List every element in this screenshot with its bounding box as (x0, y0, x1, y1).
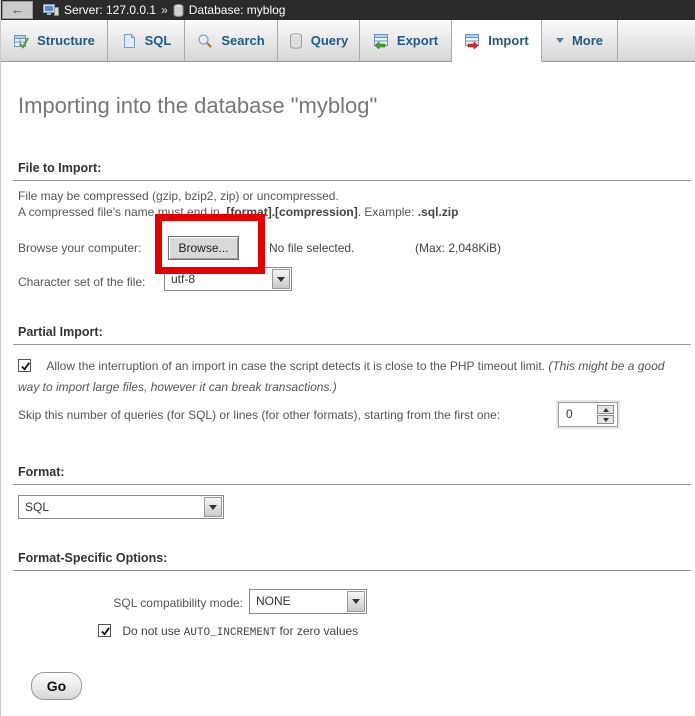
breadcrumb: Server: 127.0.0.1 » Database: myblog (43, 3, 285, 17)
tab-label: Structure (37, 33, 95, 48)
skip-queries-value: 0 (566, 407, 573, 421)
tab-search[interactable]: Search (185, 20, 278, 62)
tab-label: Export (397, 33, 438, 48)
autoinc-label-suffix: for zero values (276, 624, 358, 638)
sql-compat-selected-value: NONE (256, 594, 291, 608)
section-heading-file-to-import: File to Import: (13, 161, 691, 181)
back-button[interactable]: ← (2, 1, 33, 19)
section-heading-partial-import: Partial Import: (13, 325, 691, 345)
compression-info-text: File may be compressed (gzip, bzip2, zip… (18, 189, 339, 203)
autoinc-code: AUTO_INCREMENT (184, 627, 276, 639)
spinner-down-button[interactable] (597, 415, 614, 424)
charset-selected-value: utf-8 (171, 272, 195, 286)
select-arrow-icon[interactable] (204, 497, 222, 517)
page-title: Importing into the database "myblog" (18, 93, 377, 119)
chevron-down-icon (556, 38, 564, 43)
tab-strip: Structure SQL Search Query (1, 20, 695, 62)
autoinc-label-prefix: Do not use (122, 624, 183, 638)
interrupt-option-row: Allow the interruption of an import in c… (18, 356, 680, 398)
tab-import[interactable]: Import (452, 20, 542, 62)
sql-icon (121, 33, 137, 49)
database-icon (173, 4, 184, 17)
section-heading-format-options: Format-Specific Options: (13, 551, 691, 571)
breadcrumb-bar: ← Server: 127.0.0.1 » Database: myblog (1, 0, 695, 20)
breadcrumb-separator: » (161, 3, 168, 17)
go-button[interactable]: Go (31, 672, 82, 700)
search-icon (197, 33, 213, 49)
import-icon (464, 33, 480, 49)
skip-queries-label: Skip this number of queries (for SQL) or… (18, 408, 500, 422)
sql-compat-label: SQL compatibility mode: (98, 596, 243, 610)
tab-label: More (572, 33, 603, 48)
format-selected-value: SQL (25, 500, 49, 514)
import-page: ← Server: 127.0.0.1 » Database: myblog (0, 0, 695, 716)
tab-structure[interactable]: Structure (1, 20, 108, 62)
tab-label: Query (311, 33, 349, 48)
export-icon (373, 33, 389, 49)
tab-more[interactable]: More (542, 20, 618, 62)
tab-label: Import (488, 33, 528, 48)
breadcrumb-database[interactable]: Database: myblog (189, 3, 286, 17)
section-heading-format: Format: (13, 465, 691, 485)
format-select[interactable]: SQL (18, 495, 224, 519)
skip-queries-input[interactable]: 0 (558, 402, 618, 427)
tab-strip-filler (618, 20, 695, 62)
tab-query[interactable]: Query (278, 20, 360, 62)
autoinc-option-row: Do not use AUTO_INCREMENT for zero value… (98, 624, 358, 639)
no-file-selected-text: No file selected. (269, 241, 354, 255)
breadcrumb-server[interactable]: Server: 127.0.0.1 (64, 3, 156, 17)
sql-compat-select[interactable]: NONE (249, 589, 367, 614)
server-icon (43, 3, 59, 17)
browse-label: Browse your computer: (18, 241, 141, 255)
structure-icon (13, 33, 29, 49)
tab-sql[interactable]: SQL (108, 20, 185, 62)
tab-export[interactable]: Export (360, 20, 452, 62)
charset-select[interactable]: utf-8 (164, 267, 292, 291)
browse-button[interactable]: Browse... (168, 236, 239, 260)
spinner-up-button[interactable] (597, 405, 614, 414)
interrupt-checkbox[interactable] (18, 359, 31, 372)
select-arrow-icon[interactable] (272, 269, 290, 289)
interrupt-label: Allow the interruption of an import in c… (46, 359, 545, 373)
max-size-text: (Max: 2,048KiB) (415, 241, 501, 255)
filename-rule-text: A compressed file's name must end in .[f… (18, 205, 458, 219)
autoinc-checkbox[interactable] (98, 624, 111, 637)
query-icon (289, 33, 303, 49)
charset-label: Character set of the file: (18, 275, 145, 289)
tab-label: Search (221, 33, 264, 48)
select-arrow-icon[interactable] (347, 591, 365, 612)
tab-label: SQL (145, 33, 172, 48)
